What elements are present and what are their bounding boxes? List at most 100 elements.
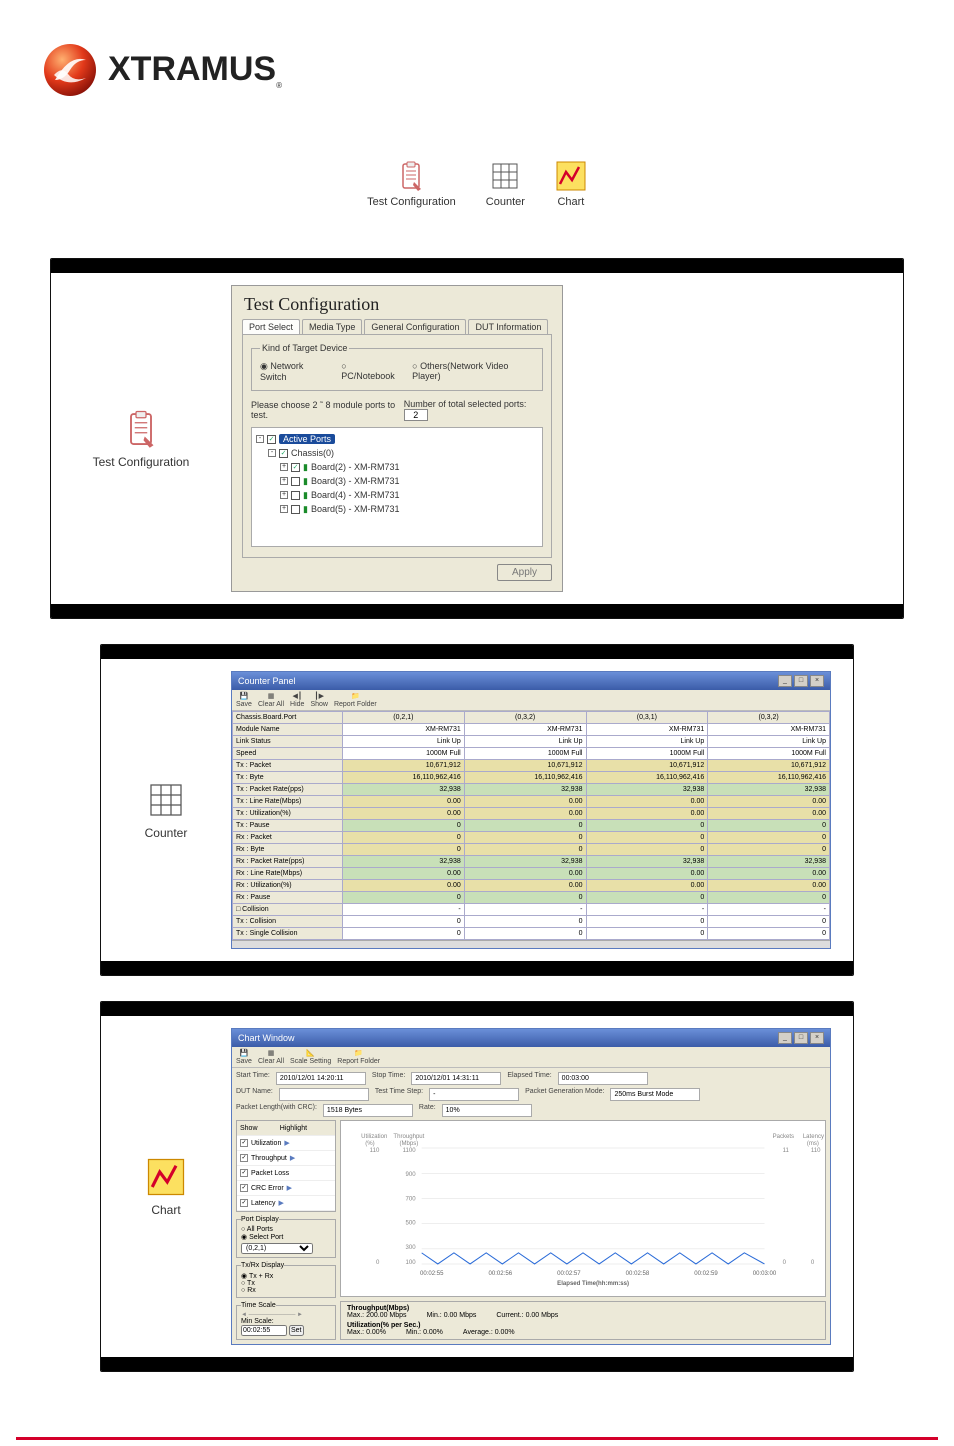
svg-text:00:02:57: 00:02:57	[557, 1271, 581, 1277]
svg-text:110: 110	[811, 1148, 821, 1154]
panel-title: Counter Panel	[238, 676, 296, 686]
tool-clearall[interactable]: ▦Clear All	[258, 1049, 284, 1065]
panel-title: Test Configuration	[232, 286, 562, 319]
section-test-config: Test Configuration Test Configuration Po…	[50, 258, 904, 619]
side-label: Chart	[151, 1203, 180, 1217]
counter-panel: Counter Panel _ □ × 💾Save ▦Clear All ◀┃H…	[231, 671, 831, 949]
checkbox[interactable]: ✓	[240, 1184, 248, 1192]
port-count-label: Number of total selected ports:	[404, 399, 527, 409]
gen-mode: 250ms Burst Mode	[610, 1088, 700, 1101]
pkt-len: 1518 Bytes	[323, 1104, 413, 1117]
play-icon[interactable]: ▶	[279, 1199, 284, 1207]
radio-rx[interactable]: ○ Rx	[241, 1287, 331, 1294]
tool-hide[interactable]: ◀┃Hide	[290, 692, 304, 708]
dut-name	[279, 1088, 369, 1101]
top-icon-test-config[interactable]: Test Configuration	[367, 160, 456, 208]
tool-save[interactable]: 💾Save	[236, 692, 252, 708]
top-icon-counter[interactable]: Counter	[486, 160, 525, 208]
series-checklist: ShowHighlight ✓Utilization▶ ✓Throughput▶…	[236, 1120, 336, 1212]
svg-text:00:02:56: 00:02:56	[489, 1271, 513, 1277]
chart-window: Chart Window _ □ × 💾Save ▦Clear All 📐Sca…	[231, 1028, 831, 1345]
checkbox[interactable]: ✓	[240, 1154, 248, 1162]
scrollbar[interactable]	[232, 940, 830, 948]
svg-text:00:03:00: 00:03:00	[753, 1271, 777, 1277]
play-icon[interactable]: ▶	[287, 1184, 292, 1192]
svg-text:Utilization: Utilization	[361, 1134, 387, 1140]
port-count-field	[404, 409, 428, 421]
footer-divider	[16, 1437, 938, 1440]
logo: XTRAMUS®	[40, 40, 914, 100]
svg-text:Latency: Latency	[803, 1134, 825, 1140]
set-button[interactable]: Set	[289, 1325, 304, 1336]
chart-plot: Utilization(%) Throughput(Mbps) Packets …	[340, 1120, 826, 1297]
svg-text:(ms): (ms)	[807, 1141, 819, 1147]
tool-scale[interactable]: 📐Scale Setting	[290, 1049, 331, 1065]
top-icon-chart[interactable]: Chart	[555, 160, 587, 208]
top-icon-label: Test Configuration	[367, 196, 456, 208]
svg-text:100: 100	[406, 1260, 417, 1266]
radio-all-ports[interactable]: ○ All Ports	[241, 1226, 331, 1233]
tool-report-folder[interactable]: 📁Report Folder	[334, 692, 377, 708]
minimize-icon[interactable]: _	[778, 675, 792, 687]
grid-icon	[146, 780, 186, 820]
stats-box: Throughput(Mbps) Max.: 200.00 Mbps Min.:…	[340, 1301, 826, 1340]
tool-show[interactable]: ┃▶Show	[310, 692, 328, 708]
maximize-icon[interactable]: □	[794, 675, 808, 687]
svg-text:0: 0	[811, 1260, 815, 1266]
svg-text:110: 110	[370, 1148, 380, 1154]
target-device-fieldset: Kind of Target Device ◉ Network Switch ○…	[251, 343, 543, 391]
test-step: -	[429, 1088, 519, 1101]
close-icon[interactable]: ×	[810, 675, 824, 687]
checkbox[interactable]: ✓	[240, 1199, 248, 1207]
port-instr: Please choose 2 ˜ 8 module ports to test…	[251, 400, 404, 420]
tab-port-select[interactable]: Port Select	[242, 319, 300, 334]
maximize-icon[interactable]: □	[794, 1032, 808, 1044]
txrx-fieldset: Tx/Rx Display ◉ Tx + Rx ○ Tx ○ Rx	[236, 1262, 336, 1298]
side-label: Counter	[145, 826, 188, 840]
counter-table: Chassis.Board.Port(0,2,1)(0,3,2)(0,3,1)(…	[232, 711, 830, 940]
svg-text:Throughput: Throughput	[393, 1134, 424, 1140]
port-select[interactable]: (0,2,1)	[241, 1243, 313, 1254]
svg-text:Packets: Packets	[773, 1134, 795, 1140]
svg-text:(%): (%)	[365, 1141, 374, 1147]
tool-save[interactable]: 💾Save	[236, 1049, 252, 1065]
radio-pc-notebook[interactable]: ○ PC/Notebook	[341, 361, 400, 382]
apply-button[interactable]: Apply	[497, 564, 552, 581]
radio-network-switch[interactable]: ◉ Network Switch	[260, 361, 329, 382]
timescale-fieldset: Time Scale ◄ ─────────── ► Min Scale: Se…	[236, 1302, 336, 1340]
minimize-icon[interactable]: _	[778, 1032, 792, 1044]
section-counter: Counter Counter Panel _ □ × 💾Save ▦Clea	[100, 644, 854, 976]
svg-text:00:02:55: 00:02:55	[420, 1271, 444, 1277]
minscale-input[interactable]	[241, 1325, 287, 1336]
svg-text:500: 500	[406, 1221, 417, 1227]
side-label: Test Configuration	[93, 455, 190, 469]
section-chart: Chart Chart Window _ □ × 💾Save ▦Clear A	[100, 1001, 854, 1372]
tab-dut-info[interactable]: DUT Information	[468, 319, 548, 334]
svg-text:0: 0	[376, 1260, 380, 1266]
clipboard-icon	[121, 409, 161, 449]
radio-tx[interactable]: ○ Tx	[241, 1280, 331, 1287]
tab-general-config[interactable]: General Configuration	[364, 319, 466, 334]
start-time: 2010/12/01 14:20:11	[276, 1072, 366, 1085]
radio-others[interactable]: ○ Others(Network Video Player)	[412, 361, 534, 382]
panel-title: Chart Window	[238, 1033, 295, 1043]
clipboard-icon	[395, 160, 427, 192]
play-icon[interactable]: ▶	[290, 1154, 295, 1162]
svg-text:900: 900	[406, 1172, 417, 1178]
chart-line-icon	[146, 1157, 186, 1197]
checkbox[interactable]: ✓	[240, 1169, 248, 1177]
close-icon[interactable]: ×	[810, 1032, 824, 1044]
radio-select-port[interactable]: ◉ Select Port	[241, 1233, 331, 1241]
checkbox[interactable]: ✓	[240, 1139, 248, 1147]
port-tree[interactable]: -✓Active Ports -✓Chassis(0) +✓▮Board(2) …	[251, 427, 543, 547]
tool-report-folder[interactable]: 📁Report Folder	[337, 1049, 380, 1065]
tab-media-type[interactable]: Media Type	[302, 319, 362, 334]
svg-text:(Mbps): (Mbps)	[399, 1141, 418, 1147]
play-icon[interactable]: ▶	[284, 1139, 289, 1147]
radio-txrx[interactable]: ◉ Tx + Rx	[241, 1272, 331, 1280]
svg-text:00:02:59: 00:02:59	[694, 1271, 718, 1277]
top-icon-label: Counter	[486, 196, 525, 208]
tool-clearall[interactable]: ▦Clear All	[258, 692, 284, 708]
port-display-fieldset: Port Display ○ All Ports ◉ Select Port (…	[236, 1216, 336, 1258]
logo-text: XTRAMUS®	[108, 50, 282, 90]
